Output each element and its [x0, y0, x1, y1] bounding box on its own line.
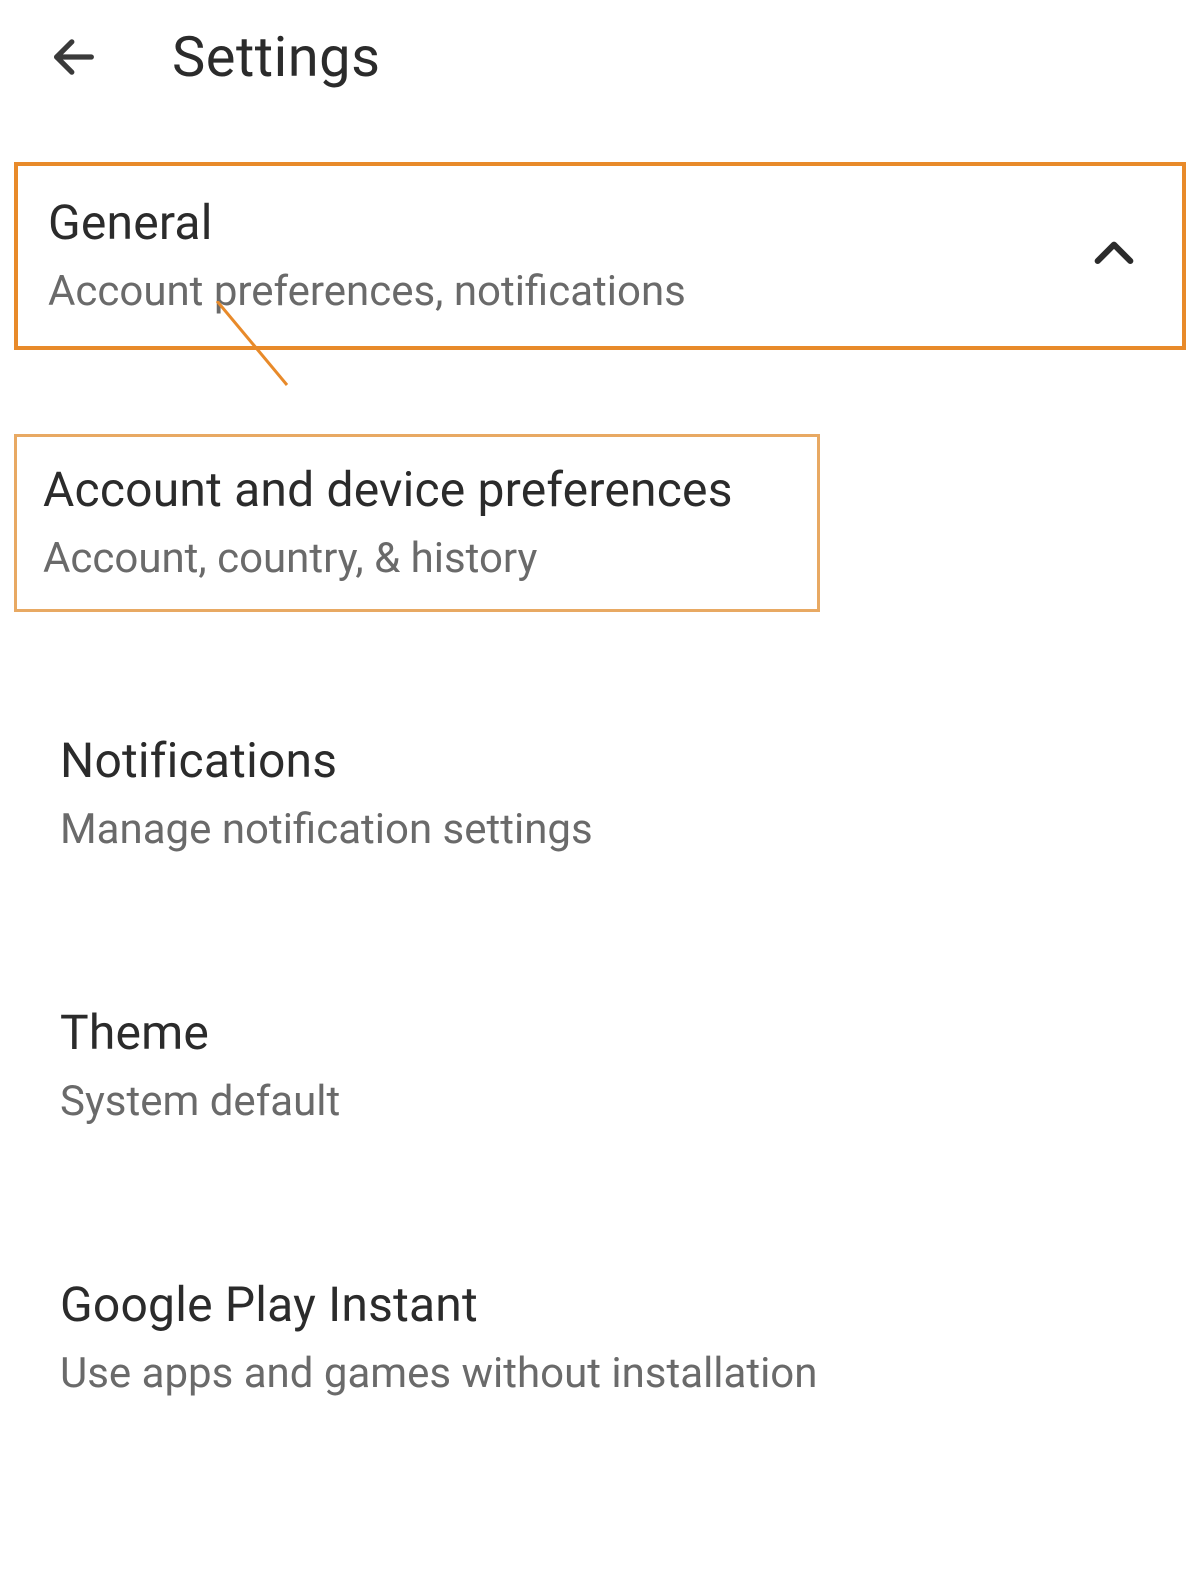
chevron-up-icon: [1086, 226, 1142, 282]
settings-item-play-instant[interactable]: Google Play Instant Use apps and games w…: [30, 1248, 1170, 1428]
app-header: Settings: [0, 0, 1200, 114]
arrow-left-icon: [48, 31, 100, 83]
settings-item-title: General: [48, 194, 1062, 252]
settings-item-title: Account and device preferences: [43, 461, 791, 519]
collapse-toggle[interactable]: [1086, 226, 1142, 286]
page-title: Settings: [172, 24, 380, 90]
settings-item-subtitle: Account preferences, notifications: [48, 266, 1062, 319]
settings-item-notifications[interactable]: Notifications Manage notification settin…: [30, 704, 1170, 884]
settings-item-title: Google Play Instant: [60, 1276, 1140, 1334]
settings-item-account-device[interactable]: Account and device preferences Account, …: [14, 434, 820, 612]
settings-item-theme[interactable]: Theme System default: [30, 976, 1170, 1156]
settings-item-subtitle: Manage notification settings: [60, 804, 1140, 857]
settings-item-subtitle: System default: [60, 1076, 1140, 1129]
settings-item-general[interactable]: General Account preferences, notificatio…: [14, 162, 1186, 350]
back-button[interactable]: [48, 31, 100, 83]
settings-item-title: Notifications: [60, 732, 1140, 790]
settings-item-title: Theme: [60, 1004, 1140, 1062]
settings-item-subtitle: Use apps and games without installation: [60, 1348, 1140, 1401]
settings-item-subtitle: Account, country, & history: [43, 533, 791, 586]
settings-list: General Account preferences, notificatio…: [0, 114, 1200, 1428]
